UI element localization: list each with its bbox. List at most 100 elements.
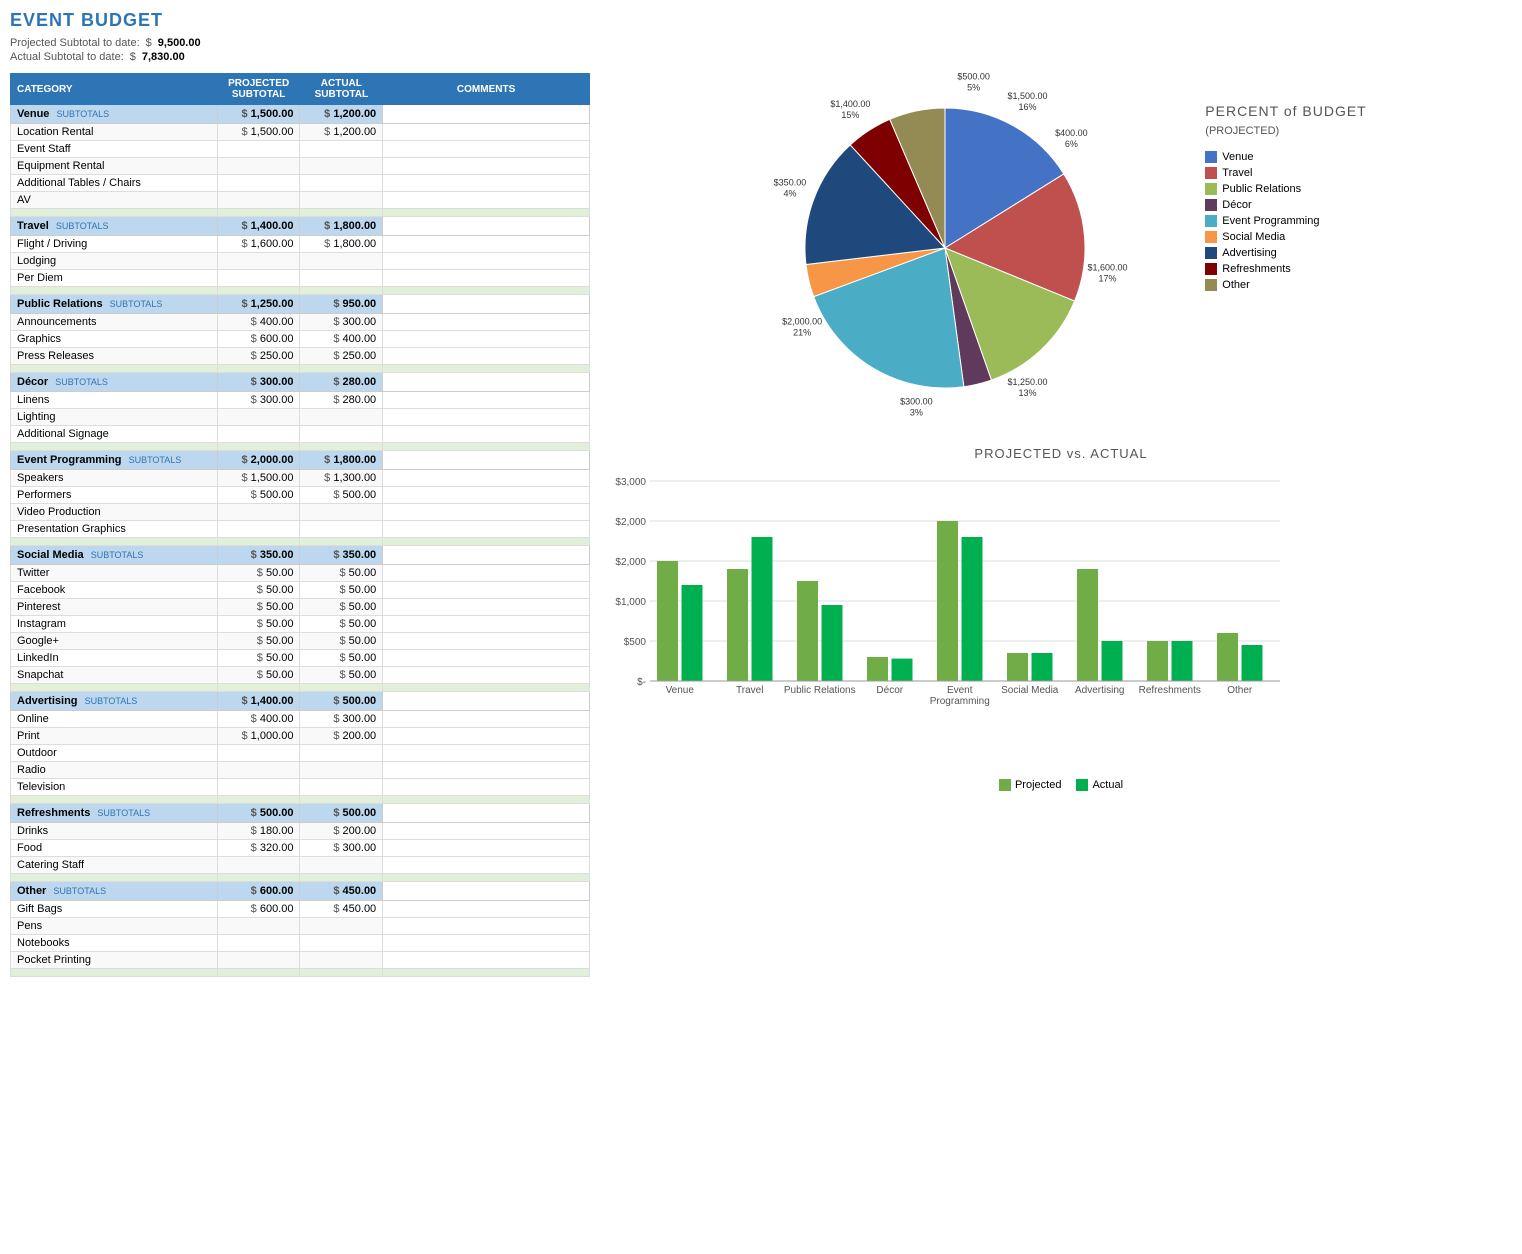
col-comments: COMMENTS [383,74,590,105]
pie-callout-percent: 17% [1099,274,1117,284]
legend-color [1205,199,1217,211]
table-row: Gift Bags $ 600.00 $ 450.00 [11,901,590,918]
y-axis-label: $- [637,677,646,688]
table-row: Lighting [11,409,590,426]
projected-legend-label: Projected [1015,779,1061,791]
legend-item: Event Programming [1205,215,1366,227]
legend-item: Public Relations [1205,183,1366,195]
legend-label: Advertising [1222,247,1276,259]
actual-bar [822,605,843,681]
budget-table-section: CATEGORY PROJECTED SUBTOTAL ACTUAL SUBTO… [10,73,590,977]
legend-item: Advertising [1205,247,1366,259]
budget-table: CATEGORY PROJECTED SUBTOTAL ACTUAL SUBTO… [10,73,590,977]
x-axis-label: Décor [876,685,903,696]
legend-color [1205,247,1217,259]
pie-subtitle: (PROJECTED) [1205,125,1366,137]
projected-bar [1147,641,1168,681]
table-row: Graphics $ 600.00 $ 400.00 [11,331,590,348]
x-axis-label: Public Relations [784,685,856,696]
pie-legend: Venue Travel Public Relations Décor Event Pr… [1205,151,1366,291]
spacer-row [11,874,590,882]
table-row: Location Rental $ 1,500.00 $ 1,200.00 [11,124,590,141]
projected-dollar: $ [146,37,152,49]
table-row: Google+ $ 50.00 $ 50.00 [11,633,590,650]
table-row: Event Programming SUBTOTALS $ 2,000.00 $… [11,451,590,470]
pie-callout-percent: 15% [842,110,860,120]
pie-callout-percent: 13% [1019,388,1037,398]
table-row: Outdoor [11,745,590,762]
x-axis-label: Advertising [1075,685,1124,696]
table-row: Additional Signage [11,426,590,443]
table-row: Food $ 320.00 $ 300.00 [11,840,590,857]
col-projected: PROJECTED SUBTOTAL [217,74,300,105]
actual-bar [1242,645,1263,681]
table-row: Online $ 400.00 $ 300.00 [11,711,590,728]
legend-color [1205,215,1217,227]
table-row: Lodging [11,253,590,270]
table-header: CATEGORY PROJECTED SUBTOTAL ACTUAL SUBTO… [11,74,590,105]
legend-color [1205,151,1217,163]
pie-callout-percent: 21% [793,328,811,338]
legend-label: Refreshments [1222,263,1290,275]
table-row: Social Media SUBTOTALS $ 350.00 $ 350.00 [11,546,590,565]
x-axis-label: Event [947,685,973,696]
table-row: Equipment Rental [11,158,590,175]
pie-callout-value: $1,400.00 [831,99,871,109]
table-row: Drinks $ 180.00 $ 200.00 [11,823,590,840]
legend-item: Social Media [1205,231,1366,243]
pie-callout-percent: 4% [784,189,797,199]
bar-chart-title: PROJECTED vs. ACTUAL [610,446,1512,461]
spacer-row [11,969,590,977]
table-row: Other SUBTOTALS $ 600.00 $ 450.00 [11,882,590,901]
table-row: Television [11,779,590,796]
legend-label: Venue [1222,151,1253,163]
projected-bar [867,657,888,681]
table-row: Advertising SUBTOTALS $ 1,400.00 $ 500.0… [11,692,590,711]
table-row: Flight / Driving $ 1,600.00 $ 1,800.00 [11,236,590,253]
projected-bar [727,569,748,681]
y-axis-label: $2,000 [615,557,646,568]
projected-bar [797,581,818,681]
projected-bar [1217,633,1238,681]
table-row: Venue SUBTOTALS $ 1,500.00 $ 1,200.00 [11,105,590,124]
bar-legend: Projected Actual [610,779,1512,791]
table-row: Linens $ 300.00 $ 280.00 [11,392,590,409]
pie-chart-container: $1,500.0016%$1,600.0017%$1,250.0013%$300… [610,73,1512,416]
table-row: Additional Tables / Chairs [11,175,590,192]
x-axis-label: Travel [736,685,763,696]
table-row: Instagram $ 50.00 $ 50.00 [11,616,590,633]
spacer-row [11,538,590,546]
table-row: Facebook $ 50.00 $ 50.00 [11,582,590,599]
actual-dollar: $ [130,51,136,63]
spacer-row [11,684,590,692]
actual-bar [1102,641,1123,681]
table-row: Notebooks [11,935,590,952]
table-row: LinkedIn $ 50.00 $ 50.00 [11,650,590,667]
x-axis-label: Refreshments [1139,685,1201,696]
pie-callout-value: $400.00 [1055,128,1088,138]
x-axis-label: Social Media [1001,685,1059,696]
charts-section: $1,500.0016%$1,600.0017%$1,250.0013%$300… [610,73,1512,977]
actual-value: 7,830.00 [142,51,185,63]
table-row: Per Diem [11,270,590,287]
legend-label: Décor [1222,199,1251,211]
legend-item: Other [1205,279,1366,291]
summary-section: Projected Subtotal to date: $ 9,500.00 A… [10,37,1512,63]
col-category: CATEGORY [11,74,218,105]
legend-label: Travel [1222,167,1252,179]
table-row: Refreshments SUBTOTALS $ 500.00 $ 500.00 [11,804,590,823]
projected-bar [1077,569,1098,681]
legend-color [1205,279,1217,291]
legend-item: Venue [1205,151,1366,163]
spacer-row [11,287,590,295]
y-axis-label: $3,000 [615,477,646,488]
projected-bar [937,521,958,681]
projected-legend-color [999,779,1011,791]
projected-value: 9,500.00 [158,37,201,49]
pie-callout-percent: 16% [1019,102,1037,112]
pie-title: PERCENT of BUDGET [1205,103,1366,119]
legend-color [1205,183,1217,195]
spacer-row [11,443,590,451]
pie-callout-percent: 6% [1065,139,1078,149]
bar-chart-svg: $-$500$1,000$2,000$2,000$3,000VenueTrave… [610,471,1310,771]
